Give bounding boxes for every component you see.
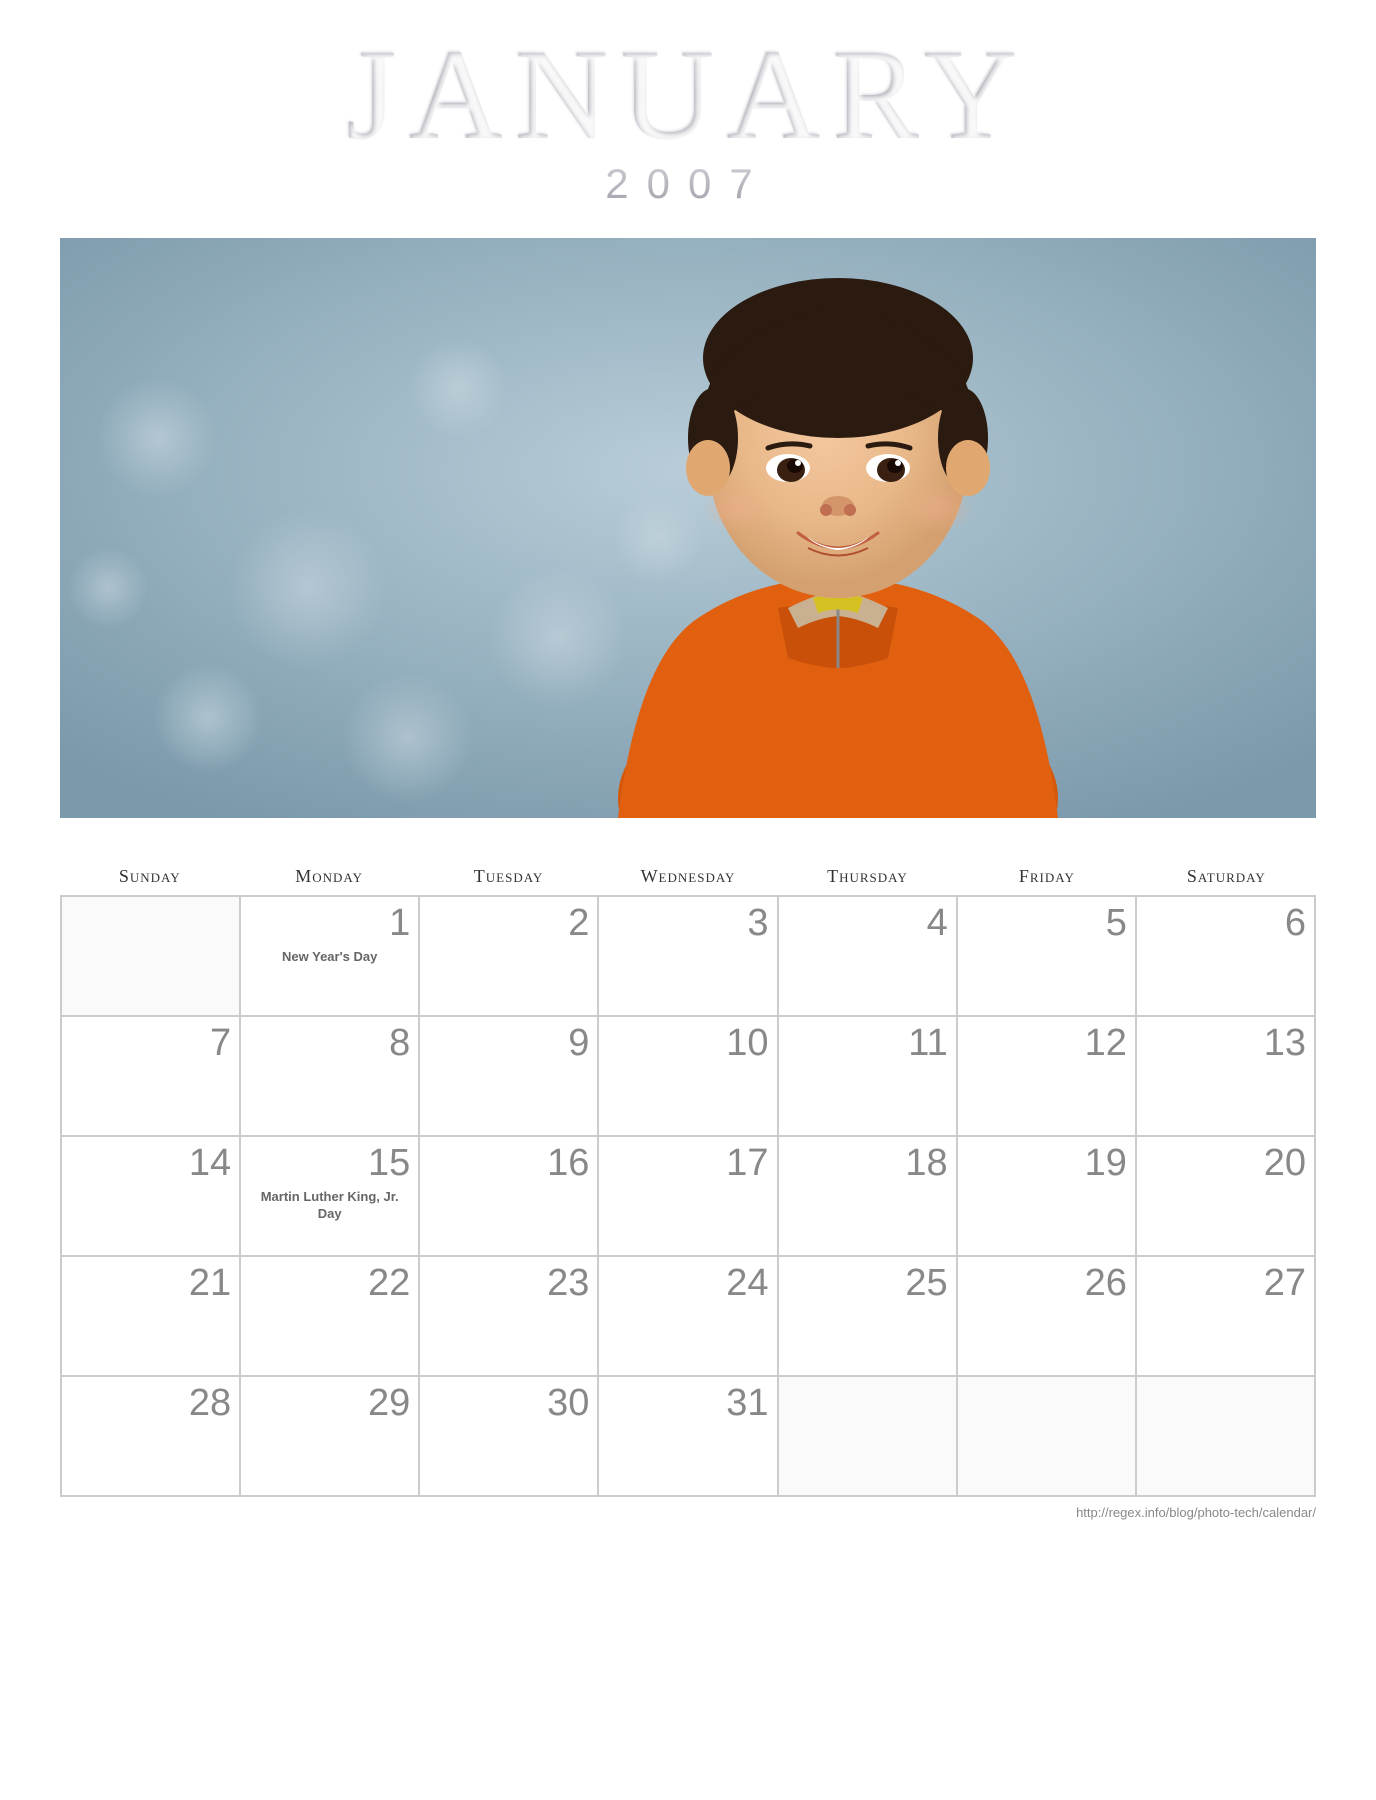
calendar-cell: 16: [420, 1137, 599, 1257]
calendar-cell: 10: [599, 1017, 778, 1137]
calendar-cell: 8: [241, 1017, 420, 1137]
cell-date-number: 1: [249, 903, 410, 945]
cell-date-number: 14: [70, 1143, 231, 1185]
calendar-cell: [62, 897, 241, 1017]
cell-date-number: 21: [70, 1263, 231, 1305]
calendar-cell: 21: [62, 1257, 241, 1377]
day-header-saturday: Saturday: [1137, 858, 1316, 895]
calendar-cell: 14: [62, 1137, 241, 1257]
cell-date-number: 19: [966, 1143, 1127, 1185]
cell-date-number: 29: [249, 1383, 410, 1425]
calendar-cell: 12: [958, 1017, 1137, 1137]
calendar-cell: 4: [779, 897, 958, 1017]
calendar-cell: 28: [62, 1377, 241, 1497]
cell-date-number: 4: [787, 903, 948, 945]
calendar-cell: 30: [420, 1377, 599, 1497]
calendar-cell: 1 New Year's Day: [241, 897, 420, 1017]
calendar-cell: 9: [420, 1017, 599, 1137]
cell-event-label: Martin Luther King, Jr. Day: [249, 1189, 410, 1223]
cell-date-number: 8: [249, 1023, 410, 1065]
calendar-cell: 24: [599, 1257, 778, 1377]
cell-date-number: 6: [1145, 903, 1306, 945]
cell-date-number: 5: [966, 903, 1127, 945]
day-header-tuesday: Tuesday: [419, 858, 598, 895]
calendar-grid: 1New Year's Day23456789101112131415Marti…: [60, 895, 1316, 1497]
calendar-cell: 15 Martin Luther King, Jr. Day: [241, 1137, 420, 1257]
cell-date-number: 17: [607, 1143, 768, 1185]
day-headers: SundayMondayTuesdayWednesdayThursdayFrid…: [60, 858, 1316, 895]
cell-date-number: 2: [428, 903, 589, 945]
cell-date-number: 7: [70, 1023, 231, 1065]
calendar-cell: [958, 1377, 1137, 1497]
cell-date-number: 10: [607, 1023, 768, 1065]
calendar-section: SundayMondayTuesdayWednesdayThursdayFrid…: [60, 858, 1316, 1497]
calendar-cell: 5: [958, 897, 1137, 1017]
cell-date-number: 24: [607, 1263, 768, 1305]
calendar-cell: 17: [599, 1137, 778, 1257]
cell-date-number: 18: [787, 1143, 948, 1185]
cell-date-number: 28: [70, 1383, 231, 1425]
cell-date-number: 3: [607, 903, 768, 945]
calendar-cell: 25: [779, 1257, 958, 1377]
day-header-wednesday: Wednesday: [598, 858, 777, 895]
cell-date-number: 20: [1145, 1143, 1306, 1185]
photo-container: [60, 238, 1316, 818]
calendar-cell: 3: [599, 897, 778, 1017]
cell-date-number: 31: [607, 1383, 768, 1425]
calendar-cell: 26: [958, 1257, 1137, 1377]
calendar-cell: [1137, 1377, 1316, 1497]
cell-date-number: 12: [966, 1023, 1127, 1065]
year-title: 2007: [605, 160, 770, 208]
cell-date-number: 25: [787, 1263, 948, 1305]
calendar-cell: 31: [599, 1377, 778, 1497]
calendar-cell: 20: [1137, 1137, 1316, 1257]
cell-date-number: 16: [428, 1143, 589, 1185]
cell-date-number: 11: [787, 1023, 948, 1065]
day-header-monday: Monday: [239, 858, 418, 895]
calendar-cell: 22: [241, 1257, 420, 1377]
calendar-cell: 11: [779, 1017, 958, 1137]
day-header-thursday: Thursday: [778, 858, 957, 895]
cell-date-number: 27: [1145, 1263, 1306, 1305]
cell-event-label: New Year's Day: [249, 949, 410, 966]
calendar-cell: 6: [1137, 897, 1316, 1017]
cell-date-number: 30: [428, 1383, 589, 1425]
cell-date-number: 23: [428, 1263, 589, 1305]
calendar-cell: 7: [62, 1017, 241, 1137]
calendar-cell: 18: [779, 1137, 958, 1257]
calendar-cell: 29: [241, 1377, 420, 1497]
calendar-cell: 13: [1137, 1017, 1316, 1137]
month-title: January: [346, 30, 1030, 160]
photo-image: [60, 238, 1316, 818]
calendar-cell: [779, 1377, 958, 1497]
cell-date-number: 9: [428, 1023, 589, 1065]
day-header-sunday: Sunday: [60, 858, 239, 895]
footer-url: http://regex.info/blog/photo-tech/calend…: [60, 1505, 1316, 1520]
calendar-cell: 27: [1137, 1257, 1316, 1377]
day-header-friday: Friday: [957, 858, 1136, 895]
cell-date-number: 13: [1145, 1023, 1306, 1065]
calendar-cell: 19: [958, 1137, 1137, 1257]
calendar-cell: 2: [420, 897, 599, 1017]
cell-date-number: 26: [966, 1263, 1127, 1305]
calendar-cell: 23: [420, 1257, 599, 1377]
cell-date-number: 22: [249, 1263, 410, 1305]
cell-date-number: 15: [249, 1143, 410, 1185]
